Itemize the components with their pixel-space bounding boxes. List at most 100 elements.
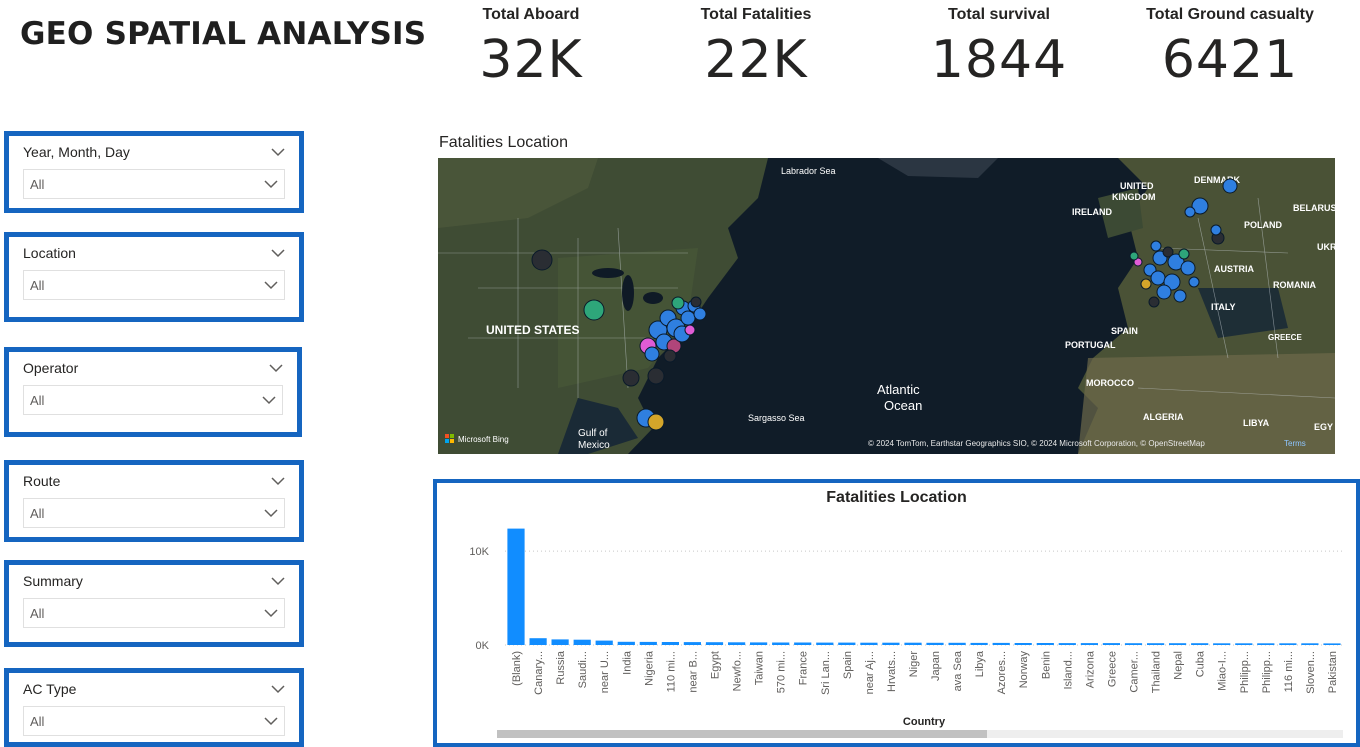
map-label: UNITED [1120, 181, 1154, 191]
bar[interactable] [948, 642, 966, 645]
fatalities-bar-chart[interactable]: Fatalities Location 0K 10K (Blank) Canary..… [433, 479, 1360, 747]
bar[interactable] [1213, 643, 1231, 645]
x-tick-label: Philipp... [1239, 651, 1251, 693]
map-label: MOROCCO [1086, 378, 1134, 388]
bar[interactable] [529, 638, 547, 645]
map-label: Atlantic [877, 382, 920, 397]
chevron-down-icon[interactable] [271, 147, 285, 157]
bar-chart-canvas[interactable]: 0K 10K (Blank) Canary... Russia Saudi... near … [437, 483, 1356, 743]
x-tick-label: Taiwan [754, 651, 766, 685]
x-tick-label: Egypt [710, 651, 722, 679]
x-tick-label: Niger [908, 651, 920, 678]
slicer-operator[interactable]: Operator All [4, 347, 302, 437]
bar[interactable] [1257, 643, 1275, 645]
bar[interactable] [639, 641, 657, 645]
kpi-value: 32K [479, 30, 583, 90]
bar[interactable] [882, 642, 900, 645]
bar[interactable] [992, 642, 1010, 645]
bar[interactable] [1147, 643, 1165, 645]
bar[interactable] [1301, 643, 1319, 645]
bar[interactable] [705, 642, 724, 645]
slicer-summary[interactable]: Summary All [4, 560, 304, 647]
horizontal-scrollbar-thumb[interactable] [497, 730, 987, 738]
chevron-down-icon[interactable] [271, 476, 285, 486]
bar[interactable] [926, 642, 944, 645]
bar[interactable] [1102, 643, 1120, 645]
bar[interactable] [1080, 643, 1098, 645]
bar[interactable] [970, 642, 988, 645]
map-label: UNITED STATES [486, 323, 580, 337]
slicer-dropdown[interactable]: All [23, 706, 285, 736]
map-label: Labrador Sea [781, 166, 836, 176]
bar[interactable] [860, 642, 878, 645]
slicer-value: All [30, 277, 45, 293]
slicer-dropdown[interactable]: All [23, 169, 285, 199]
bar[interactable] [772, 642, 790, 646]
bar[interactable] [1279, 643, 1297, 645]
kpi-label: Total Aboard [482, 6, 580, 23]
bar[interactable] [595, 640, 613, 645]
map-terms-link[interactable]: Terms [1284, 439, 1306, 448]
x-tick-label: Camer... [1129, 651, 1141, 693]
x-tick-label: Cuba [1195, 650, 1207, 677]
chevron-down-icon[interactable] [271, 248, 285, 258]
kpi-label: Total Ground casualty [1146, 6, 1314, 23]
x-tick-label: (Blank) [511, 651, 523, 686]
slicer-value: All [30, 605, 45, 621]
bar[interactable] [794, 642, 812, 646]
fatalities-map[interactable]: Labrador Sea UNITED STATES Atlantic Ocea… [438, 158, 1335, 454]
bar[interactable] [1014, 643, 1032, 645]
slicer-dropdown[interactable]: All [23, 498, 285, 528]
slicer-route[interactable]: Route All [4, 460, 304, 542]
bar[interactable] [1323, 643, 1341, 645]
bar[interactable] [683, 642, 701, 645]
map-label: BELARUS [1293, 203, 1335, 213]
bar[interactable] [1124, 643, 1143, 645]
chevron-down-icon[interactable] [269, 363, 283, 373]
bar[interactable] [816, 642, 834, 645]
slicer-year-month-day[interactable]: Year, Month, Day All [4, 131, 304, 213]
bar[interactable] [750, 642, 768, 645]
map-logo-text: Microsoft Bing [458, 435, 509, 444]
map-label: PORTUGAL [1065, 340, 1116, 350]
page-title: GEO SPATIAL ANALYSIS [20, 16, 427, 52]
slicer-title: AC Type [23, 681, 77, 697]
x-tick-label: Hrvats... [886, 651, 898, 692]
bar[interactable] [1169, 643, 1187, 645]
x-tick-label: Newfo... [732, 651, 744, 691]
bar[interactable] [507, 528, 525, 645]
x-tick-label: 570 mi... [776, 651, 788, 693]
y-tick-label: 0K [476, 640, 490, 652]
bar[interactable] [1191, 643, 1209, 645]
slicer-ac-type[interactable]: AC Type All [4, 668, 304, 747]
bar[interactable] [904, 642, 922, 645]
bar[interactable] [551, 639, 569, 645]
map-canvas[interactable]: Labrador Sea UNITED STATES Atlantic Ocea… [438, 158, 1335, 454]
bar[interactable] [617, 641, 635, 645]
chevron-down-icon [262, 396, 276, 405]
kpi-value: 6421 [1161, 30, 1299, 90]
kpi-total-aboard: Total Aboard 32K [431, 6, 631, 90]
slicer-dropdown[interactable]: All [23, 598, 285, 628]
chevron-down-icon[interactable] [271, 684, 285, 694]
map-label: Mexico [578, 440, 610, 451]
slicer-dropdown[interactable]: All [23, 270, 285, 300]
x-tick-label: near U... [599, 651, 611, 693]
bar[interactable] [1058, 643, 1076, 645]
bar[interactable] [838, 642, 856, 645]
bar[interactable] [728, 642, 746, 645]
slicer-location[interactable]: Location All [4, 232, 304, 322]
slicer-dropdown[interactable]: All [23, 385, 283, 415]
map-label: ROMANIA [1273, 280, 1316, 290]
chevron-down-icon [264, 281, 278, 290]
chevron-down-icon[interactable] [271, 576, 285, 586]
bar[interactable] [1036, 643, 1054, 645]
slicer-title: Operator [23, 360, 79, 376]
x-tick-label: Nepal [1173, 651, 1185, 680]
bar[interactable] [661, 642, 679, 645]
bar[interactable] [573, 639, 591, 645]
bar[interactable] [1235, 643, 1253, 645]
x-tick-label: Nigeria [643, 650, 655, 686]
x-tick-label: Thailand [1151, 651, 1163, 693]
map-label: IRELAND [1072, 207, 1112, 217]
